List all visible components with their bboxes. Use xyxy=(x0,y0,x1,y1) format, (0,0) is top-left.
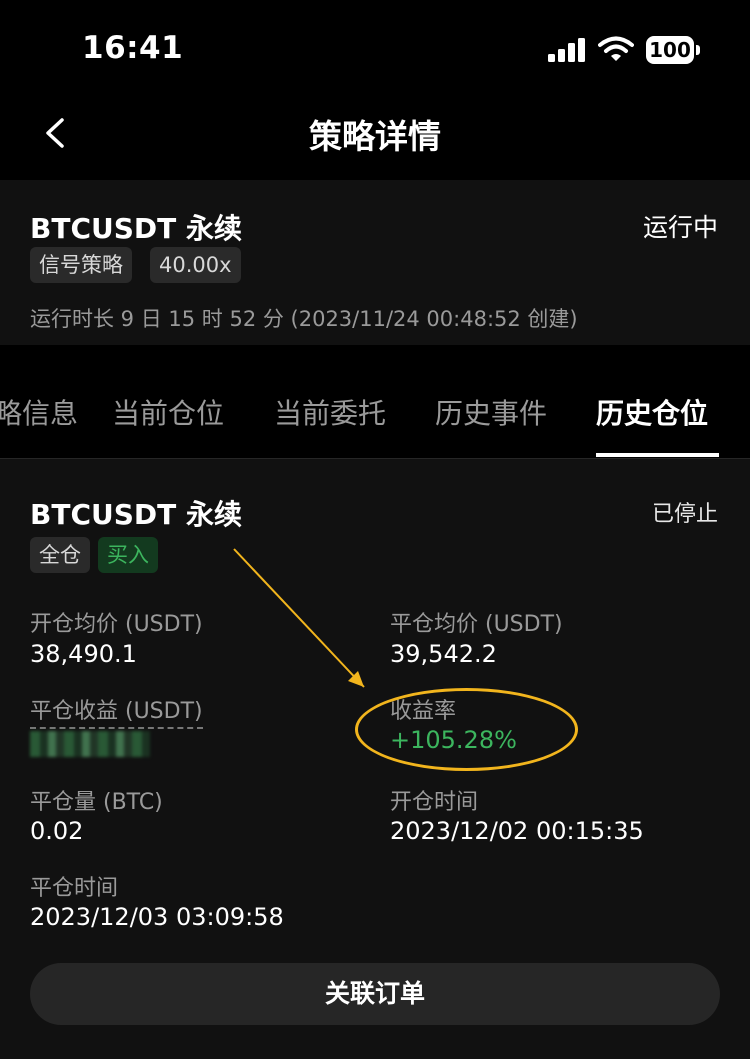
tab-current-orders[interactable]: 当前委托 xyxy=(274,392,386,432)
tab-current-position[interactable]: 当前仓位 xyxy=(112,392,224,432)
position-status: 已停止 xyxy=(651,502,718,527)
battery-level: 100 xyxy=(646,36,694,64)
run-duration: 运行时长 9 日 15 时 52 分 (2023/11/24 00:48:52 … xyxy=(30,307,578,331)
close-pnl-value-redacted xyxy=(30,731,150,757)
linked-orders-button[interactable]: 关联订单 xyxy=(30,963,720,1025)
leverage-tag: 40.00x xyxy=(150,247,241,283)
close-time-value: 2023/12/03 03:09:58 xyxy=(30,903,284,931)
margin-mode-tag: 全仓 xyxy=(30,537,90,573)
side-tag: 买入 xyxy=(98,537,158,573)
close-pnl-label[interactable]: 平仓收益 (USDT) xyxy=(30,693,203,729)
strategy-type-tag: 信号策略 xyxy=(30,247,132,283)
page-title: 策略详情 xyxy=(309,117,441,156)
roi-highlight-annotation xyxy=(355,688,578,771)
open-time-value: 2023/12/02 00:15:35 xyxy=(390,817,644,845)
close-avg-price-label: 平仓均价 (USDT) xyxy=(390,612,563,637)
close-avg-price-value: 39,542.2 xyxy=(390,640,497,668)
strategy-detail-screen: 16:41 100 策略详情 BTCUSDT 永续 运行中 信号策略 40.00… xyxy=(0,0,750,1059)
cellular-signal-icon xyxy=(548,38,585,62)
strategy-symbol: BTCUSDT 永续 xyxy=(30,212,242,245)
close-qty-value: 0.02 xyxy=(30,817,84,845)
tab-strategy-info[interactable]: 略信息 xyxy=(0,392,78,432)
close-time-label: 平仓时间 xyxy=(30,876,119,901)
battery-tip xyxy=(696,45,700,55)
open-time-label: 开仓时间 xyxy=(390,790,479,815)
close-qty-label: 平仓量 (BTC) xyxy=(30,790,163,815)
status-bar: 16:41 100 xyxy=(0,0,750,100)
active-tab-indicator xyxy=(596,453,719,457)
wifi-icon xyxy=(598,36,634,61)
annotation-arrow xyxy=(233,548,365,688)
status-time: 16:41 xyxy=(82,30,184,66)
tab-history-positions[interactable]: 历史仓位 xyxy=(596,392,708,432)
open-avg-price-label: 开仓均价 (USDT) xyxy=(30,612,203,637)
strategy-status: 运行中 xyxy=(642,213,718,242)
position-symbol: BTCUSDT 永续 xyxy=(30,498,242,531)
open-avg-price-value: 38,490.1 xyxy=(30,640,137,668)
battery-icon: 100 xyxy=(646,36,700,64)
tab-history-events[interactable]: 历史事件 xyxy=(435,392,547,432)
